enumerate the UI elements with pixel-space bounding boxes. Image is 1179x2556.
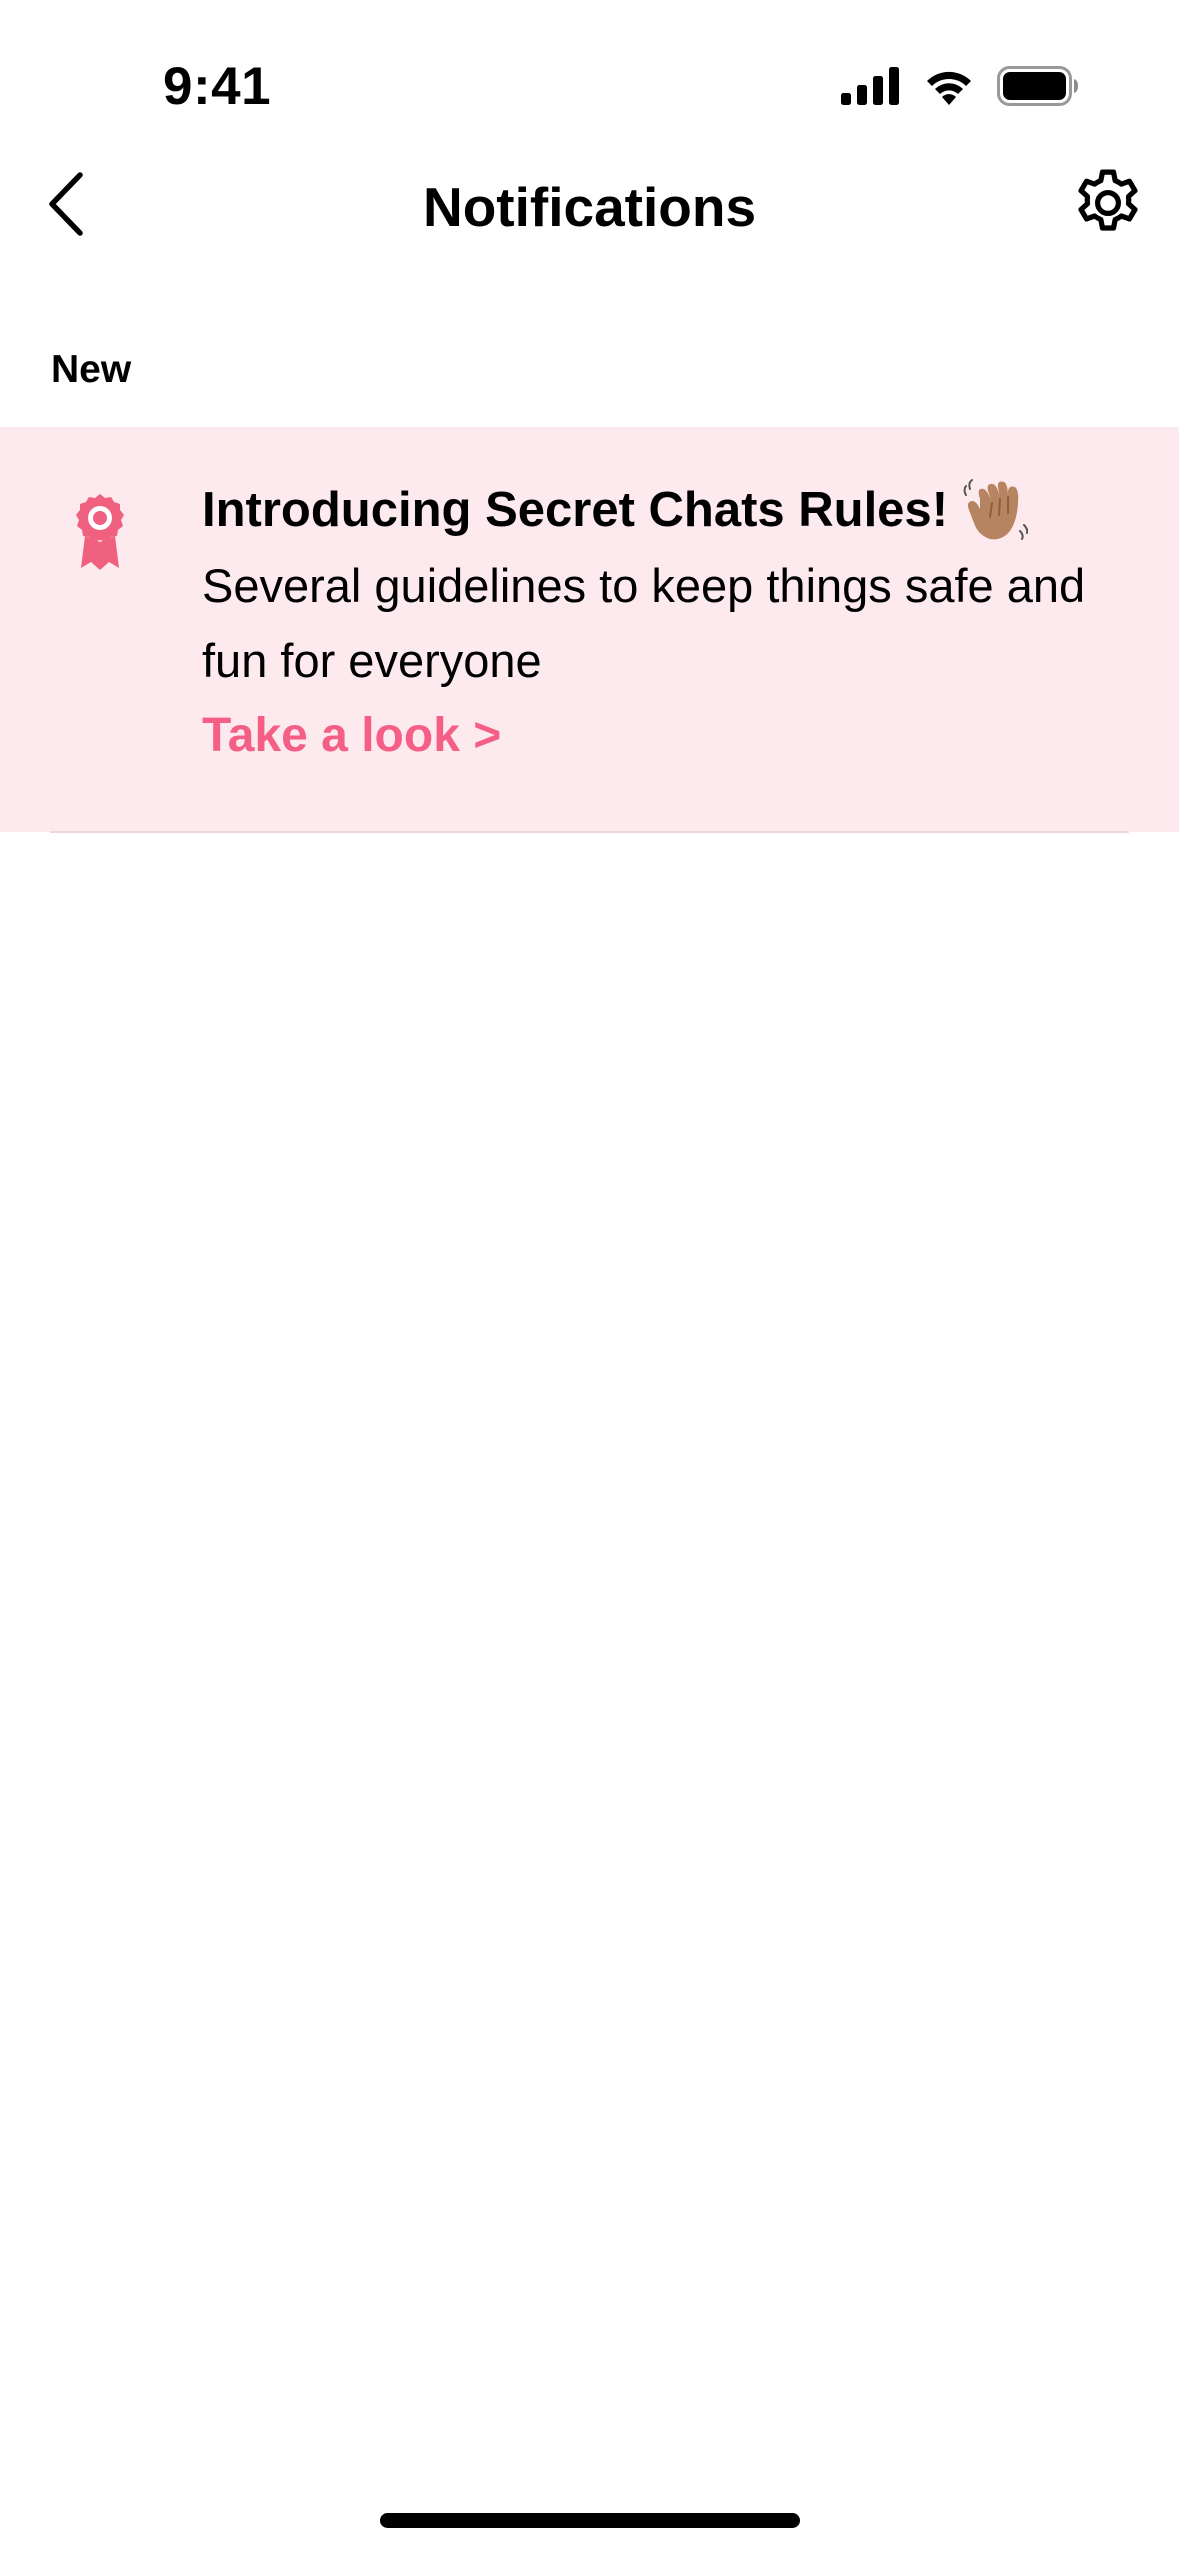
award-ribbon-icon: [67, 492, 133, 570]
notification-title-row: Introducing Secret Chats Rules!: [202, 472, 1131, 548]
notification-item[interactable]: Introducing Secret Chats Rules! Several …: [0, 427, 1179, 832]
divider: [50, 831, 1129, 833]
wifi-icon: [923, 67, 975, 105]
notification-title: Introducing Secret Chats Rules!: [202, 483, 949, 537]
status-icons: [841, 64, 1079, 108]
battery-icon: [997, 66, 1079, 106]
take-a-look-link[interactable]: Take a look >: [202, 698, 501, 774]
notification-body: Several guidelines to keep things safe a…: [202, 559, 1086, 687]
gear-icon: [1069, 164, 1147, 247]
status-time: 9:41: [163, 57, 272, 116]
page-title: Notifications: [422, 176, 757, 238]
waving-hand-icon: [962, 477, 1029, 543]
section-header-new: New: [51, 348, 132, 391]
settings-button[interactable]: [1065, 162, 1151, 248]
nav-bar: Notifications: [0, 150, 1179, 260]
home-indicator: [380, 2513, 800, 2528]
cellular-signal-icon: [841, 67, 901, 105]
status-bar: 9:41: [0, 0, 1179, 150]
notification-content: Introducing Secret Chats Rules! Several …: [202, 472, 1131, 774]
